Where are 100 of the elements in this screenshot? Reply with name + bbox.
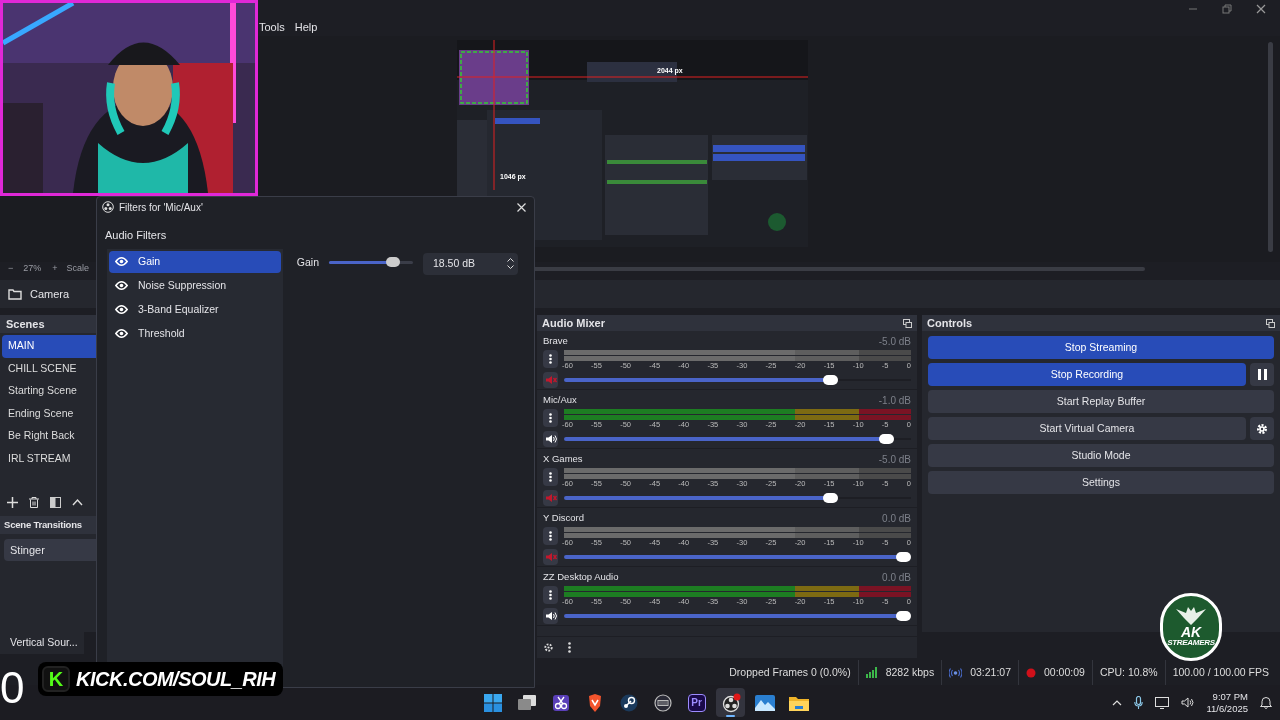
app-button[interactable]: Pr	[682, 688, 711, 717]
zoom-level: 27%	[23, 262, 42, 276]
volume-slider[interactable]	[564, 375, 911, 385]
source-label: Camera	[30, 286, 70, 302]
status-text: 8282 kbps	[885, 664, 935, 680]
status-text: 03:21:07	[970, 664, 1011, 680]
menu-button[interactable]	[543, 409, 558, 427]
gain-input[interactable]: 18.50 dB	[423, 252, 518, 275]
undock-icon[interactable]	[1266, 318, 1275, 328]
more-icon[interactable]	[568, 642, 571, 653]
panel-header: Controls	[927, 315, 973, 331]
eye-icon[interactable]	[115, 329, 128, 338]
speaker-icon[interactable]	[1181, 697, 1195, 708]
overlay-text: 0	[0, 666, 25, 710]
kick-logo: K	[42, 666, 70, 692]
chevron-up-icon[interactable]	[1112, 699, 1123, 706]
bird-icon	[1176, 607, 1206, 625]
control-button[interactable]: Stop Streaming	[928, 336, 1274, 359]
clock-date: 11/6/2025	[1206, 702, 1248, 715]
bell-icon[interactable]	[1260, 696, 1272, 709]
settings-icon[interactable]	[543, 642, 554, 653]
channel-name: ZZ Desktop Audio	[543, 569, 619, 584]
folder-icon[interactable]	[8, 288, 22, 300]
volume-slider[interactable]	[564, 493, 911, 503]
channel-url: KICK.COM/SOUL_RIH	[76, 669, 276, 689]
clock-time: 9:07 PM	[1212, 690, 1248, 703]
control-button[interactable]: Settings	[928, 471, 1274, 494]
scissors-icon[interactable]	[551, 693, 570, 712]
kebab-icon[interactable]	[549, 590, 552, 600]
channel-name: Mic/Aux	[543, 392, 577, 407]
undock-icon[interactable]	[903, 318, 912, 328]
dialog-title: Filters for 'Mic/Aux'	[119, 200, 203, 215]
menu-button[interactable]	[543, 527, 558, 545]
channel-name: Y Discord	[543, 510, 584, 525]
app-logo-icon	[102, 201, 114, 213]
scrollbar[interactable]	[1268, 42, 1273, 252]
windows-icon[interactable]	[517, 694, 536, 711]
zoom-in-button[interactable]: +	[52, 262, 58, 276]
volume-slider[interactable]	[564, 434, 911, 444]
trash-icon[interactable]	[29, 496, 39, 508]
eye-icon[interactable]	[115, 257, 128, 266]
gear-icon[interactable]	[1256, 422, 1268, 435]
monitor-icon[interactable]	[1155, 696, 1170, 709]
pause-button[interactable]	[1250, 363, 1274, 386]
control-button[interactable]: Studio Mode	[928, 444, 1274, 467]
scale-label: Scale	[66, 262, 90, 276]
shield-icon[interactable]	[586, 693, 603, 712]
keyboard-icon[interactable]	[653, 693, 672, 712]
menu-button[interactable]	[543, 350, 558, 368]
control-button[interactable]: Start Replay Buffer	[928, 390, 1274, 413]
speaker-button[interactable]	[543, 608, 558, 624]
grid-icon[interactable]	[483, 693, 502, 712]
signal-bars-icon	[865, 667, 878, 678]
filter-icon[interactable]	[50, 496, 61, 508]
volume-reading: -5.0 dB	[878, 452, 911, 467]
logo-subtitle: STREAMERS	[1167, 639, 1215, 647]
settings-button[interactable]	[1250, 417, 1274, 440]
eye-icon[interactable]	[115, 305, 128, 314]
filter-item[interactable]: Noise Suppression	[109, 274, 281, 297]
status-text: Dropped Frames 0 (0.0%)	[729, 664, 851, 680]
menu-item[interactable]: Tools	[259, 18, 285, 36]
volume-reading: 0.0 dB	[882, 511, 911, 526]
add-icon[interactable]	[7, 496, 18, 508]
menu-button[interactable]	[543, 468, 558, 486]
menu-button[interactable]	[543, 586, 558, 604]
gain-label: Gain	[296, 254, 319, 270]
control-button[interactable]: Start Virtual Camera	[928, 417, 1246, 440]
kebab-icon[interactable]	[549, 354, 552, 364]
filter-item[interactable]: Gain	[109, 250, 281, 273]
restore-icon[interactable]	[1222, 4, 1232, 14]
volume-slider[interactable]	[564, 552, 911, 562]
gain-slider[interactable]	[329, 256, 413, 267]
close-icon[interactable]	[1256, 4, 1266, 14]
kebab-icon[interactable]	[549, 531, 552, 541]
microphone-icon[interactable]	[1134, 696, 1144, 709]
folder-icon[interactable]	[788, 694, 809, 711]
spin-up-icon[interactable]	[507, 258, 514, 262]
pause-icon[interactable]	[1257, 369, 1267, 380]
dock-tab[interactable]: Vertical Sour...	[0, 632, 84, 654]
channel-name: Brave	[543, 333, 568, 348]
zoom-out-button[interactable]: −	[8, 262, 14, 276]
panel-header: Audio Mixer	[542, 315, 605, 331]
speaker-button[interactable]	[543, 431, 558, 447]
volume-slider[interactable]	[564, 611, 911, 621]
broadcast-icon	[949, 667, 963, 678]
spin-down-icon[interactable]	[507, 265, 514, 269]
volume-reading: 0.0 dB	[882, 570, 911, 585]
kebab-icon[interactable]	[549, 413, 552, 423]
kebab-icon[interactable]	[549, 472, 552, 482]
chevron-up-icon[interactable]	[72, 498, 83, 506]
record-dot-icon	[1026, 667, 1036, 678]
status-text: CPU: 10.8%	[1099, 664, 1158, 680]
eye-icon[interactable]	[115, 281, 128, 290]
menu-item[interactable]: Help	[294, 18, 318, 36]
gamepad-icon[interactable]	[619, 693, 638, 712]
control-button[interactable]: Stop Recording	[928, 363, 1246, 386]
status-text: 00:00:09	[1044, 664, 1085, 680]
app-icon[interactable]: Pr	[687, 693, 706, 712]
section-label: Audio Filters	[105, 228, 168, 243]
image-icon[interactable]	[754, 694, 775, 711]
